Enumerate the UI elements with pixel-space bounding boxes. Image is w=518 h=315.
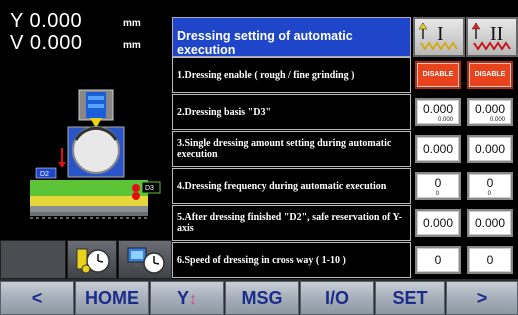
left-panel: Y 0.000 mm V 0.000 mm D2 D3: [0, 0, 172, 279]
blank-button[interactable]: [0, 240, 66, 279]
dressing-frequency-mode2-sub: 0: [487, 191, 491, 197]
grinder-diagram: D2 D3: [30, 89, 161, 219]
row-label-single-dressing-amount: 3.Single dressing amount setting during …: [172, 131, 411, 167]
mode-2-label: II: [490, 23, 504, 45]
dressing-frequency-mode1-sub: 0: [435, 191, 439, 197]
dressing-basis-mode2-field[interactable]: 0.000 0.000: [467, 98, 513, 126]
dressing-frequency-mode1-field[interactable]: 0 0: [415, 172, 461, 200]
safe-reservation-mode2-field[interactable]: 0.000: [467, 209, 513, 237]
dressing-basis-mode2-sub: 0.000: [489, 117, 505, 123]
mode-1-button[interactable]: I: [413, 17, 465, 57]
svg-text:D3: D3: [145, 185, 154, 192]
up-down-arrow-icon: ↕: [189, 291, 197, 308]
monitor-clock-icon: [127, 247, 165, 274]
dressing-settings-table: Dressing setting of automatic execution …: [172, 17, 518, 279]
mode-2-button[interactable]: II: [466, 17, 518, 57]
msg-button[interactable]: MSG: [225, 281, 299, 315]
row-label-dressing-speed: 6.Speed of dressing in cross way ( 1-10 …: [172, 242, 411, 278]
mode-icon-bar: [0, 240, 172, 279]
row-label-dressing-frequency: 4.Dressing frequency during automatic ex…: [172, 168, 411, 204]
table-row: 2.Dressing basis "D3" 0.000 0.000 0.000 …: [172, 94, 518, 130]
clock-gear-icon: [76, 248, 110, 274]
row-label-dressing-basis: 2.Dressing basis "D3": [172, 94, 411, 130]
y-axis-button[interactable]: Y↕: [150, 281, 224, 315]
prev-page-button[interactable]: <: [0, 281, 74, 315]
next-page-button[interactable]: >: [446, 281, 518, 315]
table-row: 3.Single dressing amount setting during …: [172, 131, 518, 167]
single-dressing-mode2-field[interactable]: 0.000: [467, 135, 513, 163]
row-label-safe-reservation: 5.After dressing finished "D2", safe res…: [172, 205, 411, 241]
y-axis-label: Y: [176, 288, 189, 308]
dressing-clock-button[interactable]: [67, 240, 117, 279]
mode-1-label: I: [437, 23, 444, 45]
svg-text:D2: D2: [40, 171, 49, 178]
io-button[interactable]: I/O: [300, 281, 374, 315]
program-clock-button[interactable]: [118, 240, 172, 279]
single-dressing-mode1-field[interactable]: 0.000: [415, 135, 461, 163]
d3-marker-icon: [132, 184, 140, 192]
dressing-speed-mode1-field[interactable]: 0: [415, 246, 461, 274]
table-row: 5.After dressing finished "D2", safe res…: [172, 205, 518, 241]
set-button[interactable]: SET: [375, 281, 445, 315]
table-row: 4.Dressing frequency during automatic ex…: [172, 168, 518, 204]
dressing-basis-mode1-sub: 0.000: [437, 117, 453, 123]
table-row: 1.Dressing enable ( rough / fine grindin…: [172, 57, 518, 93]
safe-reservation-mode1-field[interactable]: 0.000: [415, 209, 461, 237]
table-title: Dressing setting of automatic execution: [172, 17, 411, 57]
table-row: 6.Speed of dressing in cross way ( 1-10 …: [172, 242, 518, 278]
bottom-nav: < HOME Y↕ MSG I/O SET >: [0, 279, 518, 315]
dressing-enable-mode1-toggle[interactable]: DISABLE: [415, 61, 461, 89]
row-label-dressing-enable: 1.Dressing enable ( rough / fine grindin…: [172, 57, 411, 93]
dressing-frequency-mode2-field[interactable]: 0 0: [467, 172, 513, 200]
home-button[interactable]: HOME: [75, 281, 149, 315]
dressing-enable-mode2-toggle[interactable]: DISABLE: [467, 61, 513, 89]
dressing-basis-mode1-field[interactable]: 0.000 0.000: [415, 98, 461, 126]
dressing-speed-mode2-field[interactable]: 0: [467, 246, 513, 274]
